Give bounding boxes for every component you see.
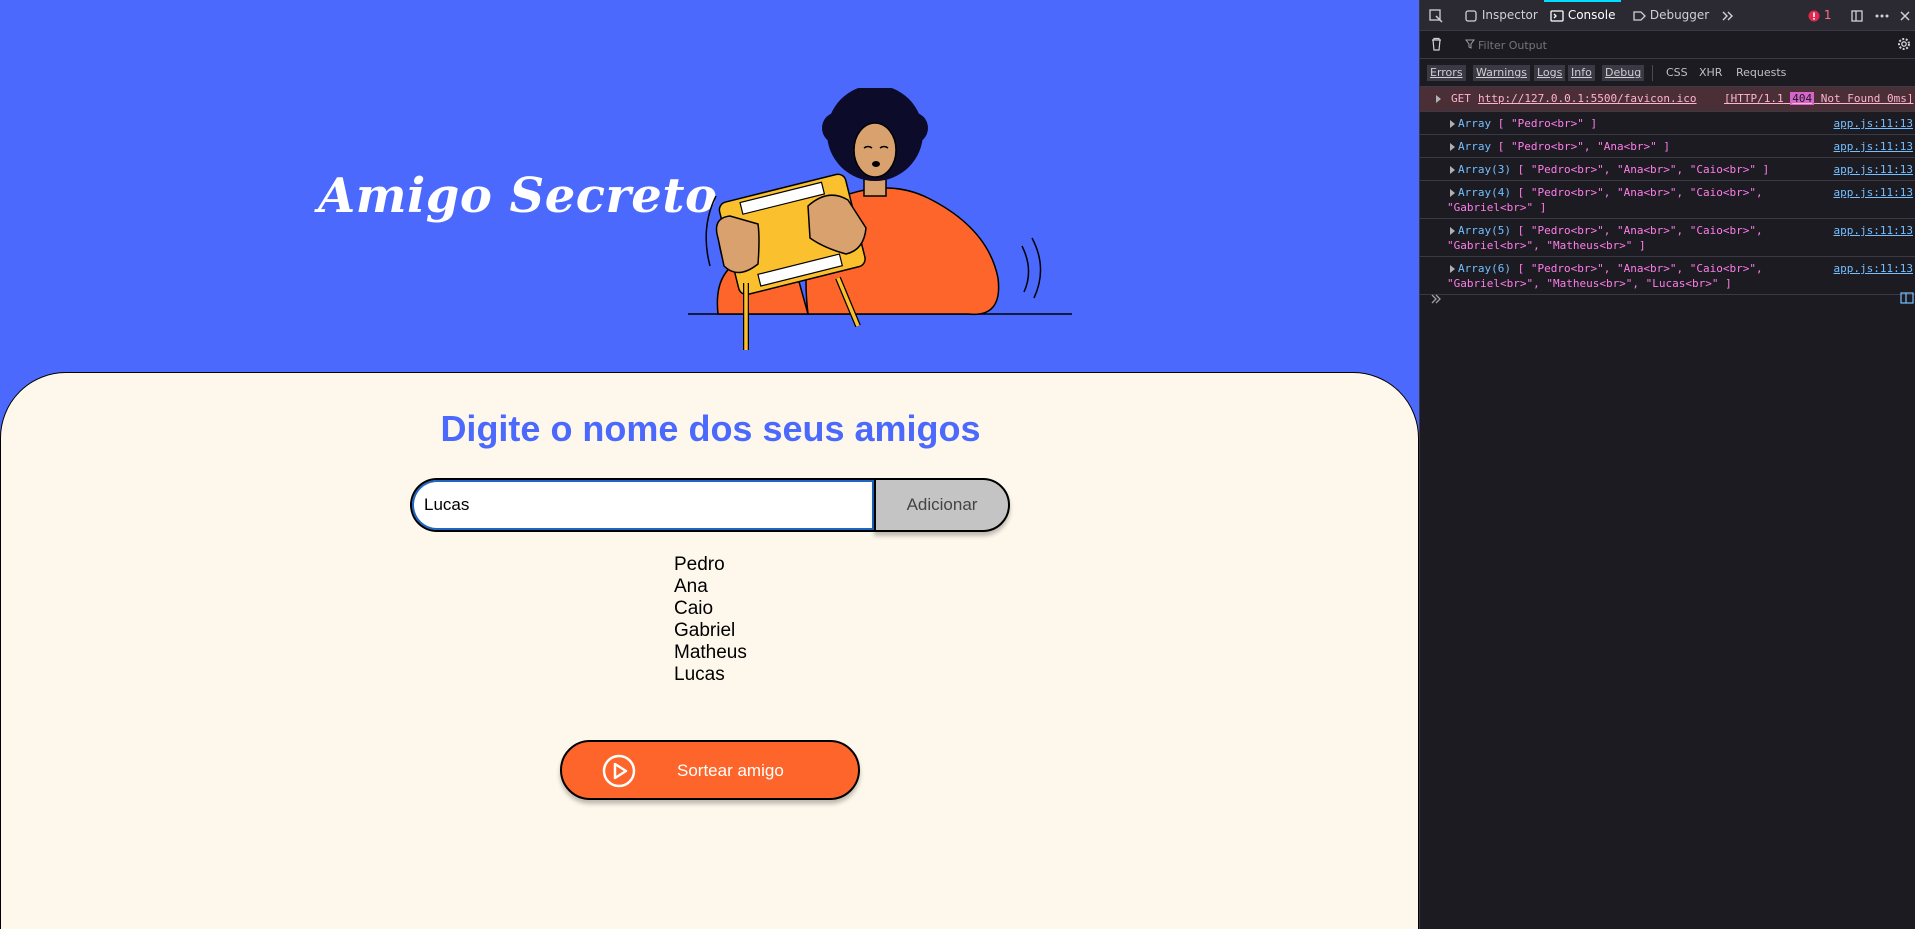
log-value-continued: "Gabriel<br>" ] [1447, 201, 1547, 214]
log-row[interactable]: Array [ "Pedro<br>" ] app.js:11:13 [1420, 112, 1915, 135]
settings-gear-icon[interactable] [1896, 36, 1912, 52]
log-value: [ "Pedro<br>", "Ana<br>", "Caio<br>", [1517, 186, 1763, 199]
request-status: [HTTP/1.1 404 Not Found 0ms] [1724, 92, 1913, 105]
filter-requests[interactable]: Requests [1733, 65, 1789, 81]
list-item: Lucas [674, 664, 725, 685]
console-icon [1550, 9, 1564, 22]
tab-console-label: Console [1567, 8, 1616, 22]
log-row[interactable]: Array(3) [ "Pedro<br>", "Ana<br>", "Caio… [1420, 158, 1915, 181]
log-row[interactable]: Array(5) [ "Pedro<br>", "Ana<br>", "Caio… [1420, 219, 1915, 257]
log-source-link[interactable]: app.js:11:13 [1834, 163, 1913, 176]
divider [1652, 65, 1653, 81]
devtools-toolbar: Inspector Console Debugger 1 [1420, 0, 1915, 31]
add-friend-form: Adicionar [410, 478, 1010, 532]
error-icon [1808, 10, 1820, 21]
friend-list: Pedro Ana Caio Gabriel Matheus Lucas [674, 554, 747, 686]
status-prefix: [HTTP/1.1 [1724, 92, 1784, 105]
log-source-link[interactable]: app.js:11:13 [1834, 186, 1913, 199]
filter-css[interactable]: CSS [1663, 65, 1691, 81]
log-source-link[interactable]: app.js:11:13 [1834, 140, 1913, 153]
inspector-icon [1465, 9, 1477, 22]
log-value: [ "Pedro<br>", "Ana<br>", "Caio<br>", [1517, 262, 1763, 275]
log-level-filters: Errors Warnings Logs Info Debug CSS XHR … [1420, 58, 1915, 87]
web-page: Amigo Secreto Digite o nome dos seus ami… [0, 0, 1419, 929]
filter-output-input[interactable] [1462, 34, 1880, 56]
tab-console[interactable]: Console [1544, 0, 1622, 30]
more-tabs-icon[interactable] [1720, 0, 1734, 30]
filter-info[interactable]: Info [1568, 65, 1595, 81]
log-value: [ "Pedro<br>", "Ana<br>", "Caio<br>" ] [1517, 163, 1770, 176]
filter-errors[interactable]: Errors [1427, 65, 1466, 81]
tab-inspector-label: Inspector [1481, 8, 1538, 22]
list-item: Ana [674, 576, 708, 597]
draw-friend-button[interactable]: Sortear amigo [560, 740, 860, 800]
log-value: [ "Pedro<br>", "Ana<br>", "Caio<br>", [1517, 224, 1763, 237]
request-url[interactable]: http://127.0.0.1:5500/favicon.ico [1478, 92, 1697, 105]
hero-banner: Amigo Secreto [0, 0, 1419, 372]
log-label: Array(3) [1458, 163, 1511, 176]
log-value: [ "Pedro<br>", "Ana<br>" ] [1497, 140, 1670, 153]
log-source-link[interactable]: app.js:11:13 [1834, 117, 1913, 130]
draw-friend-label: Sortear amigo [677, 761, 784, 780]
status-suffix: Not Found 0ms] [1820, 92, 1914, 105]
filter-debug[interactable]: Debug [1602, 65, 1645, 81]
log-label: Array(6) [1458, 262, 1511, 275]
log-row[interactable]: Array [ "Pedro<br>", "Ana<br>" ] app.js:… [1420, 135, 1915, 158]
log-value-continued: "Gabriel<br>", "Matheus<br>" ] [1447, 239, 1646, 252]
content-panel: Digite o nome dos seus amigos Adicionar … [0, 372, 1419, 929]
expand-caret-icon[interactable] [1450, 166, 1455, 174]
add-button[interactable]: Adicionar [874, 478, 1010, 532]
log-label: Array(4) [1458, 186, 1511, 199]
filter-warnings[interactable]: Warnings [1473, 65, 1530, 81]
expand-caret-icon[interactable] [1450, 143, 1455, 151]
error-count-badge[interactable]: 1 [1808, 0, 1831, 30]
log-source-link[interactable]: app.js:11:13 [1834, 262, 1913, 275]
list-item: Matheus [674, 642, 747, 663]
trash-icon[interactable] [1430, 37, 1443, 51]
dock-icon[interactable] [1850, 0, 1864, 30]
network-error-row[interactable]: GET http://127.0.0.1:5500/favicon.ico [H… [1420, 87, 1915, 112]
filter-xhr[interactable]: XHR [1696, 65, 1725, 81]
expand-caret-icon[interactable] [1450, 227, 1455, 235]
console-messages: GET http://127.0.0.1:5500/favicon.ico [H… [1420, 87, 1915, 295]
log-source-link[interactable]: app.js:11:13 [1834, 224, 1913, 237]
friend-name-input[interactable] [410, 478, 874, 532]
close-icon[interactable] [1898, 0, 1912, 30]
hero-title: Amigo Secreto [318, 168, 718, 224]
play-circle-icon [602, 754, 636, 788]
section-title: Digite o nome dos seus amigos [440, 408, 981, 449]
request-method: GET [1451, 92, 1471, 105]
log-value: [ "Pedro<br>" ] [1497, 117, 1598, 130]
expand-caret-icon[interactable] [1436, 95, 1441, 103]
editor-mode-icon[interactable] [1900, 292, 1914, 304]
error-count: 1 [1823, 8, 1832, 22]
expand-caret-icon[interactable] [1450, 189, 1455, 197]
log-row[interactable]: Array(4) [ "Pedro<br>", "Ana<br>", "Caio… [1420, 181, 1915, 219]
console-input[interactable] [1420, 288, 1915, 310]
more-options-icon[interactable] [1874, 0, 1890, 30]
expand-caret-icon[interactable] [1450, 120, 1455, 128]
tab-debugger-label: Debugger [1649, 8, 1710, 22]
debugger-icon [1633, 10, 1646, 21]
list-item: Gabriel [674, 620, 736, 641]
list-item: Pedro [674, 554, 725, 575]
tab-inspector[interactable]: Inspector [1464, 0, 1538, 30]
devtools-panel: Inspector Console Debugger 1 Filter Outp… [1419, 0, 1915, 929]
filter-logs[interactable]: Logs [1534, 65, 1566, 81]
person-opening-box-illustration [688, 88, 1072, 350]
list-item: Caio [674, 598, 714, 619]
log-label: Array [1458, 140, 1492, 153]
log-label: Array [1458, 117, 1492, 130]
console-filter-bar [1420, 30, 1915, 59]
status-code-badge: 404 [1790, 92, 1815, 105]
prompt-chevron-icon [1431, 294, 1441, 304]
element-picker-icon[interactable] [1428, 0, 1444, 30]
tab-debugger[interactable]: Debugger [1632, 0, 1709, 30]
expand-caret-icon[interactable] [1450, 265, 1455, 273]
log-label: Array(5) [1458, 224, 1511, 237]
